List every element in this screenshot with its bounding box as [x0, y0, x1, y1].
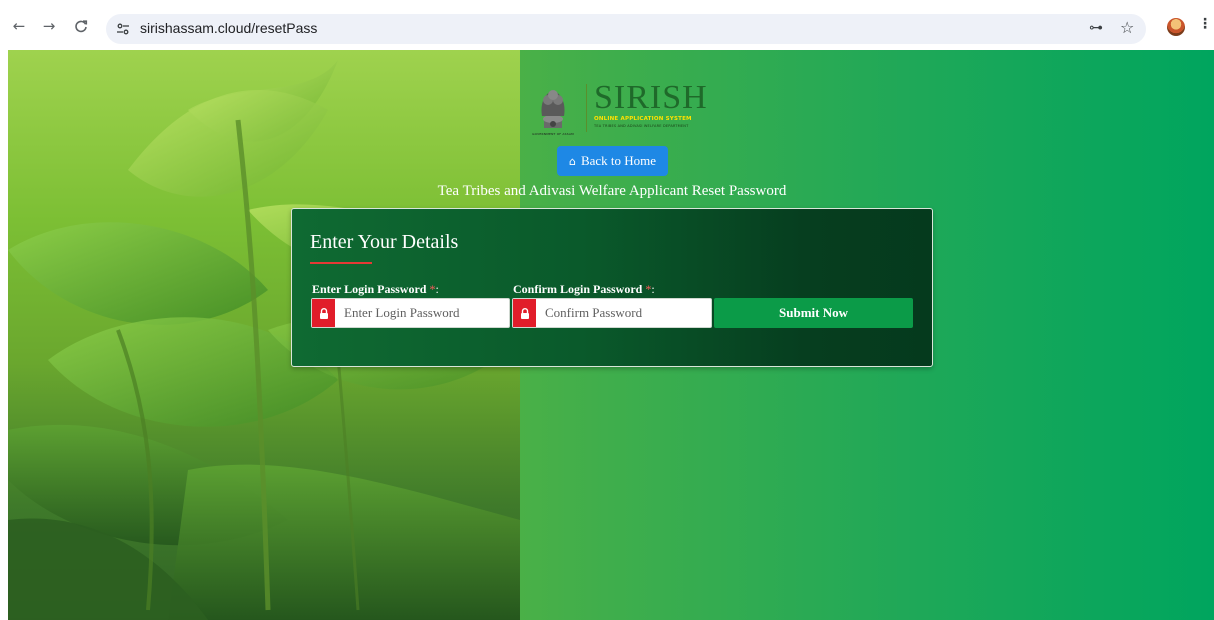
back-icon[interactable]: ← [10, 17, 28, 35]
reload-icon[interactable] [72, 17, 90, 35]
login-password-input[interactable] [335, 299, 509, 327]
lock-icon [312, 299, 335, 327]
back-to-home-label: Back to Home [580, 153, 657, 168]
address-bar[interactable]: sirishassam.cloud/resetPass ⊶ ☆ [106, 14, 1146, 44]
brand-department: TEA TRIBES AND ADIVASI WELFARE DEPARTMEN… [594, 124, 689, 128]
page-subtitle: Tea Tribes and Adivasi Welfare Applicant… [437, 183, 787, 199]
site-info-icon[interactable] [116, 22, 130, 36]
submit-now-button[interactable]: Submit Now [714, 298, 913, 328]
browser-menu-icon[interactable]: ⋮ [1198, 16, 1212, 32]
password-label: Enter Login Password *: [312, 282, 439, 297]
card-title: Enter Your Details [310, 231, 459, 253]
confirm-password-label: Confirm Login Password *: [513, 282, 655, 297]
label-colon: : [435, 282, 439, 296]
state-emblem-icon [541, 90, 565, 128]
reset-password-card: Enter Your Details Enter Login Password *… [291, 208, 933, 367]
sirish-logo: GOVERNMENT OF ASSAM SIRISH ONLINE APPLIC… [522, 80, 712, 140]
brand-name: SIRISH [594, 79, 708, 116]
password-input-group [311, 298, 510, 328]
profile-avatar[interactable] [1167, 18, 1185, 36]
emblem-caption: GOVERNMENT OF ASSAM [532, 132, 574, 136]
password-label-text: Enter Login Password [312, 282, 427, 296]
page-background: GOVERNMENT OF ASSAM SIRISH ONLINE APPLIC… [8, 50, 1214, 620]
forward-icon[interactable]: → [40, 17, 58, 35]
url-text[interactable]: sirishassam.cloud/resetPass [140, 20, 317, 36]
label-colon: : [651, 282, 655, 296]
confirm-password-input-group [512, 298, 712, 328]
confirm-label-text: Confirm Login Password [513, 282, 643, 296]
brand-tagline: ONLINE APPLICATION SYSTEM [594, 116, 692, 122]
confirm-password-input[interactable] [536, 299, 711, 327]
logo-divider [586, 84, 587, 132]
home-icon: ⌂ [568, 155, 576, 168]
back-to-home-button[interactable]: ⌂ Back to Home [557, 146, 668, 176]
bookmark-star-icon[interactable]: ☆ [1120, 18, 1134, 37]
browser-toolbar: ← → sirishassam.cloud/resetPass ⊶ ☆ ⋮ [0, 0, 1214, 50]
password-key-icon[interactable]: ⊶ [1089, 20, 1103, 36]
title-underline [310, 262, 372, 264]
lock-icon [513, 299, 536, 327]
